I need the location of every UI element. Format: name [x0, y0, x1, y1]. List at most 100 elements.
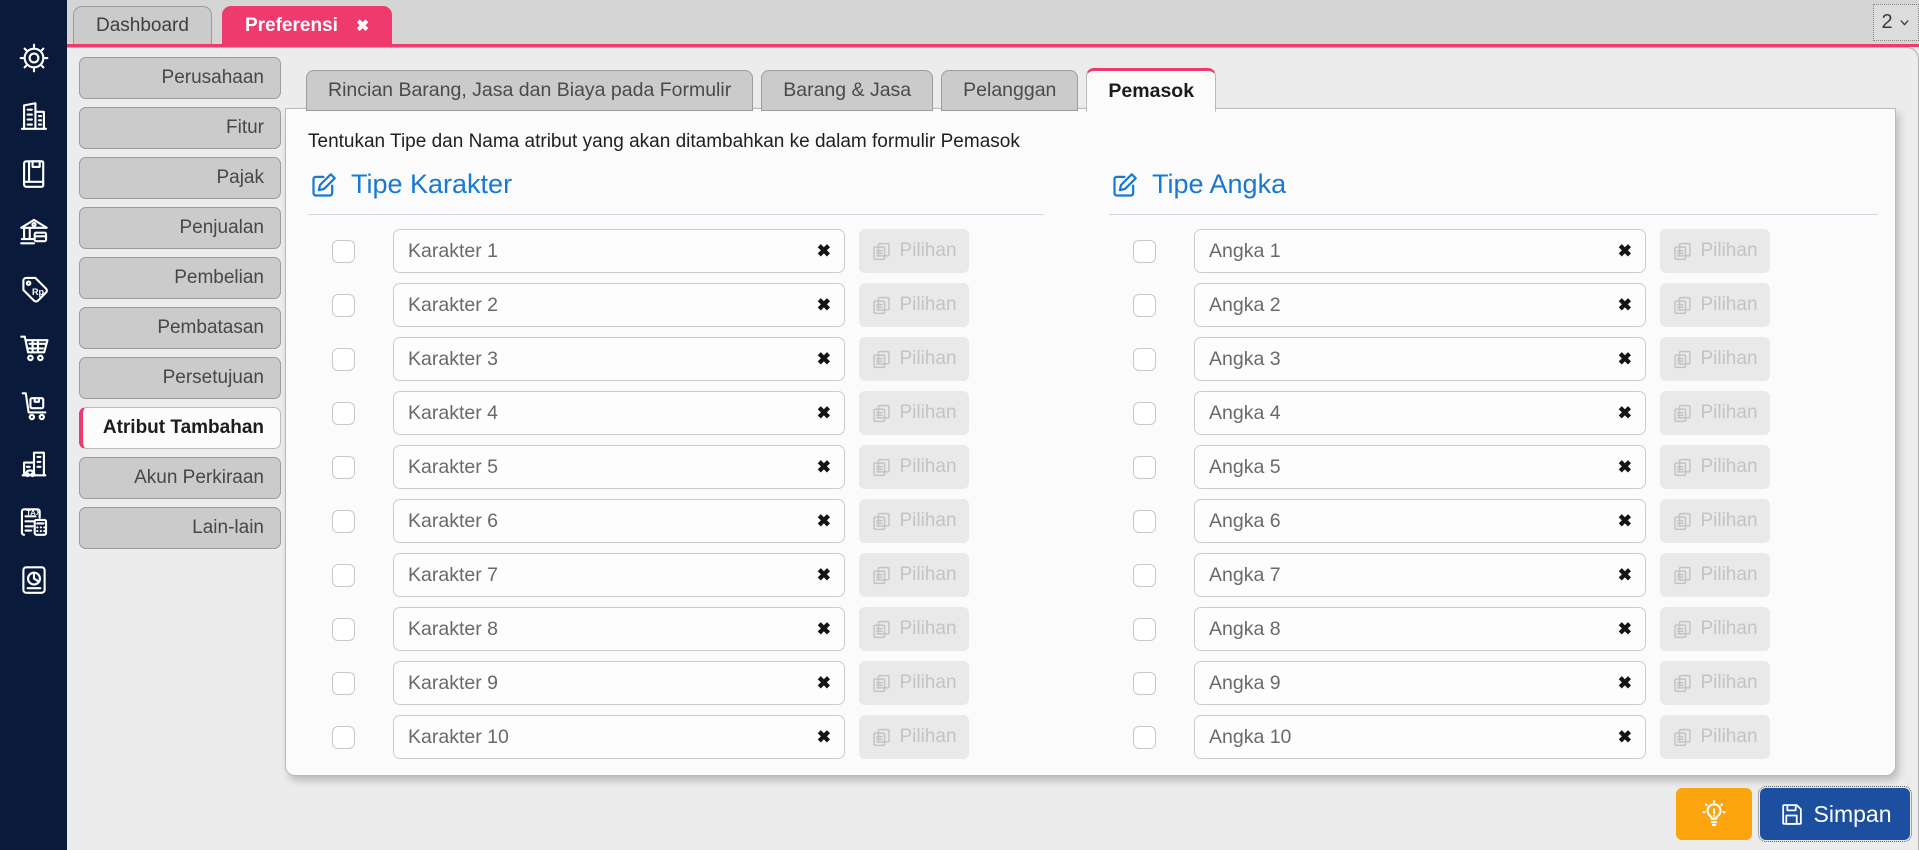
- attribute-name-input[interactable]: [394, 347, 844, 371]
- report-pie-icon[interactable]: [16, 562, 51, 597]
- clear-field-icon[interactable]: ✖: [1618, 675, 1632, 692]
- pilihan-button[interactable]: Pilihan: [859, 283, 969, 327]
- preference-section-tab[interactable]: Pembelian: [79, 257, 281, 299]
- attribute-name-input[interactable]: [394, 563, 844, 587]
- journal-book-icon[interactable]: [16, 156, 51, 191]
- form-tab[interactable]: Barang & Jasa: [761, 70, 934, 111]
- form-tab[interactable]: Rincian Barang, Jasa dan Biaya pada Form…: [306, 70, 754, 111]
- delivery-trolley-icon[interactable]: [16, 388, 51, 423]
- clear-field-icon[interactable]: ✖: [1618, 513, 1632, 530]
- tax-document-icon[interactable]: TAX: [16, 504, 51, 539]
- pilihan-button[interactable]: Pilihan: [1660, 607, 1770, 651]
- form-tab[interactable]: Pemasok: [1086, 68, 1217, 112]
- pilihan-button[interactable]: Pilihan: [859, 445, 969, 489]
- attribute-checkbox[interactable]: [332, 563, 355, 587]
- attribute-name-input[interactable]: [1195, 725, 1645, 749]
- form-tab[interactable]: Pelanggan: [941, 70, 1079, 111]
- shopping-cart-icon[interactable]: [16, 330, 51, 365]
- attribute-checkbox[interactable]: [1133, 563, 1156, 587]
- attribute-checkbox[interactable]: [332, 401, 355, 425]
- clear-field-icon[interactable]: ✖: [817, 675, 831, 692]
- attribute-name-input[interactable]: [394, 617, 844, 641]
- preference-section-tab[interactable]: Atribut Tambahan: [79, 407, 281, 449]
- pilihan-button[interactable]: Pilihan: [859, 391, 969, 435]
- attribute-checkbox[interactable]: [1133, 725, 1156, 749]
- attribute-checkbox[interactable]: [332, 617, 355, 641]
- attribute-checkbox[interactable]: [1133, 239, 1156, 263]
- pilihan-button[interactable]: Pilihan: [1660, 499, 1770, 543]
- attribute-checkbox[interactable]: [332, 671, 355, 695]
- attribute-name-input[interactable]: [1195, 617, 1645, 641]
- pilihan-button[interactable]: Pilihan: [1660, 715, 1770, 759]
- clear-field-icon[interactable]: ✖: [817, 297, 831, 314]
- pilihan-button[interactable]: Pilihan: [1660, 553, 1770, 597]
- preference-section-tab[interactable]: Fitur: [79, 107, 281, 149]
- clear-field-icon[interactable]: ✖: [817, 459, 831, 476]
- bank-icon[interactable]: [16, 214, 51, 249]
- pilihan-button[interactable]: Pilihan: [859, 661, 969, 705]
- clear-field-icon[interactable]: ✖: [817, 405, 831, 422]
- settings-gear-icon[interactable]: [16, 40, 51, 75]
- clear-field-icon[interactable]: ✖: [1618, 729, 1632, 746]
- pilihan-button[interactable]: Pilihan: [859, 337, 969, 381]
- asset-building-icon[interactable]: [16, 446, 51, 481]
- clear-field-icon[interactable]: ✖: [817, 567, 831, 584]
- attribute-name-input[interactable]: [394, 509, 844, 533]
- attribute-checkbox[interactable]: [332, 347, 355, 371]
- attribute-name-input[interactable]: [1195, 455, 1645, 479]
- attribute-checkbox[interactable]: [332, 725, 355, 749]
- clear-field-icon[interactable]: ✖: [1618, 621, 1632, 638]
- attribute-name-input[interactable]: [1195, 671, 1645, 695]
- preference-section-tab[interactable]: Penjualan: [79, 207, 281, 249]
- clear-field-icon[interactable]: ✖: [1618, 351, 1632, 368]
- clear-field-icon[interactable]: ✖: [817, 513, 831, 530]
- pilihan-button[interactable]: Pilihan: [859, 553, 969, 597]
- clear-field-icon[interactable]: ✖: [1618, 405, 1632, 422]
- pilihan-button[interactable]: Pilihan: [1660, 337, 1770, 381]
- pilihan-button[interactable]: Pilihan: [1660, 391, 1770, 435]
- price-tag-rp-icon[interactable]: Rp: [16, 272, 51, 307]
- attribute-name-input[interactable]: [394, 671, 844, 695]
- attribute-checkbox[interactable]: [332, 509, 355, 533]
- window-tab[interactable]: Preferensi ✖: [221, 6, 393, 44]
- pilihan-button[interactable]: Pilihan: [1660, 661, 1770, 705]
- attribute-name-input[interactable]: [1195, 239, 1645, 263]
- pilihan-button[interactable]: Pilihan: [859, 715, 969, 759]
- clear-field-icon[interactable]: ✖: [817, 729, 831, 746]
- attribute-checkbox[interactable]: [1133, 401, 1156, 425]
- attribute-name-input[interactable]: [394, 293, 844, 317]
- preference-section-tab[interactable]: Persetujuan: [79, 357, 281, 399]
- attribute-name-input[interactable]: [394, 401, 844, 425]
- attribute-checkbox[interactable]: [332, 239, 355, 263]
- attribute-checkbox[interactable]: [1133, 455, 1156, 479]
- hint-button[interactable]: [1676, 788, 1752, 840]
- attribute-name-input[interactable]: [1195, 401, 1645, 425]
- company-building-icon[interactable]: [16, 98, 51, 133]
- attribute-checkbox[interactable]: [1133, 671, 1156, 695]
- clear-field-icon[interactable]: ✖: [1618, 459, 1632, 476]
- clear-field-icon[interactable]: ✖: [817, 351, 831, 368]
- preference-section-tab[interactable]: Pembatasan: [79, 307, 281, 349]
- pilihan-button[interactable]: Pilihan: [859, 607, 969, 651]
- attribute-name-input[interactable]: [1195, 293, 1645, 317]
- attribute-checkbox[interactable]: [1133, 509, 1156, 533]
- attribute-name-input[interactable]: [1195, 563, 1645, 587]
- attribute-name-input[interactable]: [394, 239, 844, 263]
- attribute-name-input[interactable]: [1195, 509, 1645, 533]
- attribute-checkbox[interactable]: [1133, 347, 1156, 371]
- attribute-name-input[interactable]: [1195, 347, 1645, 371]
- attribute-checkbox[interactable]: [1133, 617, 1156, 641]
- pilihan-button[interactable]: Pilihan: [859, 499, 969, 543]
- clear-field-icon[interactable]: ✖: [1618, 567, 1632, 584]
- close-tab-icon[interactable]: ✖: [356, 16, 369, 36]
- preference-section-tab[interactable]: Lain-lain: [79, 507, 281, 549]
- attribute-name-input[interactable]: [394, 725, 844, 749]
- attribute-checkbox[interactable]: [332, 293, 355, 317]
- clear-field-icon[interactable]: ✖: [1618, 243, 1632, 260]
- window-count-dropdown[interactable]: 2: [1873, 4, 1919, 41]
- pilihan-button[interactable]: Pilihan: [1660, 445, 1770, 489]
- attribute-name-input[interactable]: [394, 455, 844, 479]
- attribute-checkbox[interactable]: [1133, 293, 1156, 317]
- save-button[interactable]: Simpan: [1758, 786, 1912, 842]
- pilihan-button[interactable]: Pilihan: [1660, 283, 1770, 327]
